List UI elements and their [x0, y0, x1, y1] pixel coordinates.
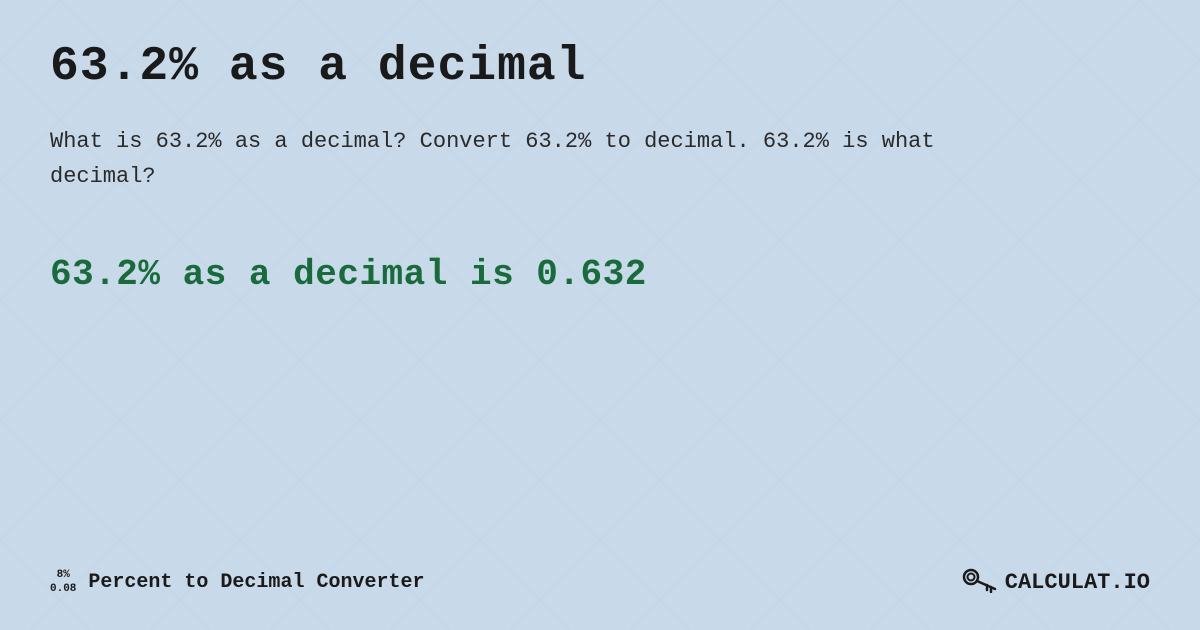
footer-label: Percent to Decimal Converter [88, 571, 424, 594]
result-text: 63.2% as a decimal is 0.632 [50, 254, 1150, 295]
logo-text: CALCULAT.IO [1005, 570, 1150, 595]
calculat-logo: CALCULAT.IO [961, 565, 1150, 600]
fraction-top: 8% [57, 569, 70, 582]
fraction-bottom: 0.08 [50, 583, 76, 596]
logo-icon [961, 565, 997, 600]
footer-left: 8% 0.08 Percent to Decimal Converter [50, 569, 424, 595]
page-title: 63.2% as a decimal [50, 40, 1150, 94]
fraction-badge: 8% 0.08 [50, 569, 76, 595]
description-text: What is 63.2% as a decimal? Convert 63.2… [50, 124, 950, 194]
result-section: 63.2% as a decimal is 0.632 [50, 254, 1150, 295]
footer: 8% 0.08 Percent to Decimal Converter CAL… [50, 565, 1150, 600]
